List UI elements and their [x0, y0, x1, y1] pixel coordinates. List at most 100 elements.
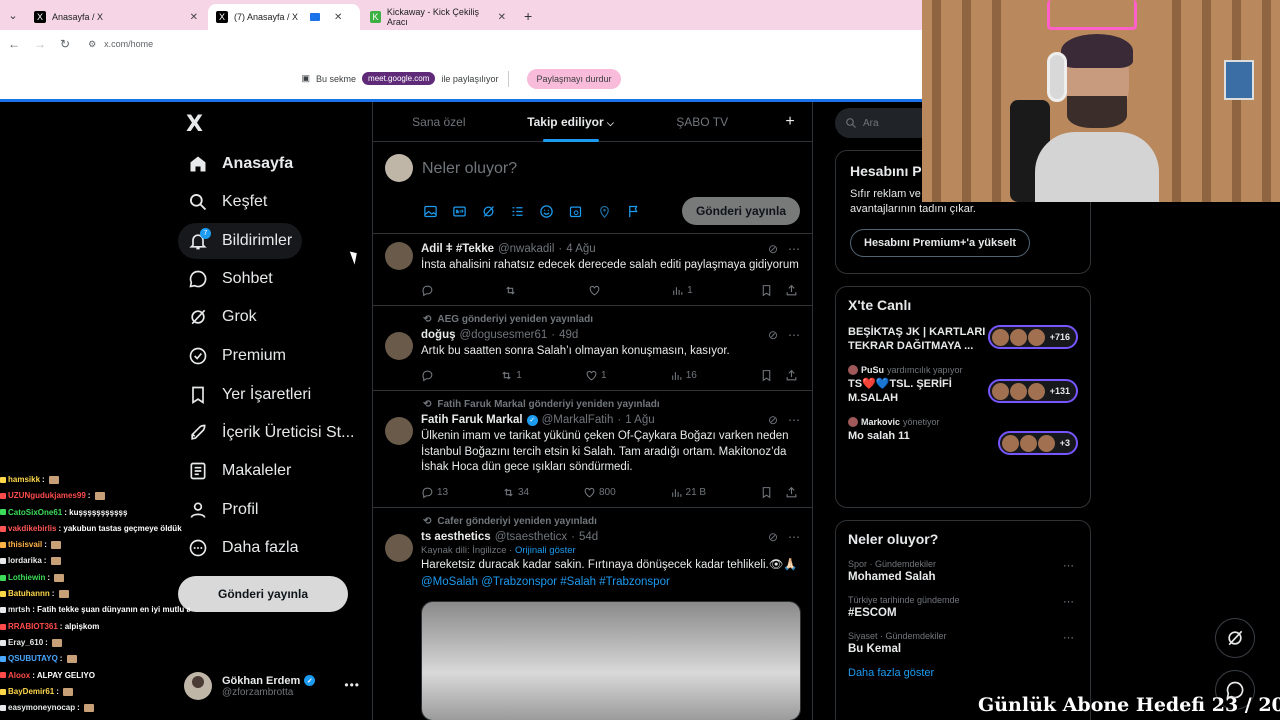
- url-field[interactable]: ⚙ x.com/home: [88, 39, 153, 50]
- repost-button[interactable]: [504, 284, 520, 297]
- tweet[interactable]: Adil ǂ #Tekke @nwakadil · 4 Ağu ⊘ ⋯ İnsta ahal…: [373, 234, 812, 306]
- tab-sabo-tv[interactable]: ŞABO TV: [636, 102, 768, 142]
- close-tab-icon[interactable]: ✕: [190, 12, 198, 23]
- avatar[interactable]: [385, 242, 413, 270]
- bookmark-button[interactable]: [760, 369, 773, 382]
- more-icon[interactable]: ⋯: [1063, 631, 1074, 644]
- like-button[interactable]: 1: [585, 369, 607, 382]
- flag-icon[interactable]: [624, 202, 642, 220]
- share-button[interactable]: [785, 369, 798, 382]
- author-name[interactable]: Fatih Faruk Markal: [421, 414, 523, 426]
- listeners-pill[interactable]: +131: [987, 379, 1078, 403]
- forward-icon[interactable]: →: [34, 37, 46, 51]
- browser-tab-2[interactable]: X (7) Anasayfa / X ✕: [208, 4, 360, 30]
- timestamp[interactable]: 4 Ağu: [566, 243, 595, 255]
- nav-articles[interactable]: Makaleler: [178, 453, 301, 489]
- author-name[interactable]: Adil ǂ #Tekke: [421, 243, 494, 255]
- grok-icon[interactable]: ⊘: [768, 242, 778, 256]
- grok-icon[interactable]: [479, 202, 497, 220]
- image-icon[interactable]: [421, 202, 439, 220]
- site-info-icon[interactable]: ⚙: [88, 39, 96, 50]
- account-switcher[interactable]: Gökhan Erdem ✓ @zforzambrotta •••: [184, 666, 364, 706]
- nav-explore[interactable]: Keşfet: [178, 184, 277, 220]
- avatar[interactable]: [385, 533, 413, 562]
- tweet[interactable]: ⟲ Cafer gönderiyi yeniden yayınladı ts aes…: [373, 508, 812, 720]
- listeners-pill[interactable]: +3: [997, 431, 1078, 455]
- nav-profile[interactable]: Profil: [178, 492, 268, 528]
- timestamp[interactable]: 54d: [579, 531, 598, 543]
- nav-more[interactable]: Daha fazla: [178, 530, 309, 566]
- listeners-pill[interactable]: +716: [987, 325, 1078, 349]
- like-button[interactable]: 800: [583, 486, 616, 499]
- poll-icon[interactable]: [508, 202, 526, 220]
- add-list-tab-button[interactable]: +: [768, 113, 812, 131]
- more-icon[interactable]: ⋯: [788, 413, 800, 427]
- grok-icon[interactable]: ⊘: [768, 530, 778, 544]
- avatar[interactable]: [385, 331, 413, 360]
- more-icon[interactable]: ⋯: [788, 328, 800, 342]
- nav-premium[interactable]: Premium: [178, 338, 296, 374]
- nav-chat[interactable]: Sohbet: [178, 261, 283, 297]
- live-space[interactable]: Markovic yönetiyor Mo salah 11 +3: [848, 417, 1078, 455]
- timestamp[interactable]: 1 Ağu: [625, 414, 654, 426]
- grok-fab-button[interactable]: [1215, 618, 1255, 658]
- reply-button[interactable]: 13: [421, 486, 448, 499]
- bookmark-button[interactable]: [760, 284, 773, 297]
- hashtag-links[interactable]: @MoSalah @Trabzonspor #Salah #Trabzonspo…: [421, 576, 670, 588]
- back-icon[interactable]: ←: [8, 37, 20, 51]
- views-button[interactable]: 16: [670, 369, 697, 382]
- composer-input[interactable]: Neler oluyor?: [422, 160, 517, 178]
- avatar[interactable]: [385, 417, 413, 445]
- composer-post-button[interactable]: Gönderi yayınla: [681, 197, 800, 225]
- share-button[interactable]: [785, 486, 798, 499]
- author-handle[interactable]: @nwakadil: [498, 243, 554, 255]
- tweet[interactable]: ⟲ AEG gönderiyi yeniden yayınladı doğuş @do…: [373, 306, 812, 391]
- browser-tab-3[interactable]: K Kickaway - Kick Çekiliş Aracı ✕: [362, 4, 514, 30]
- tab-for-you[interactable]: Sana özel: [373, 102, 505, 142]
- author-handle[interactable]: @MarkalFatih: [542, 414, 614, 426]
- more-icon[interactable]: ⋯: [788, 530, 800, 544]
- like-button[interactable]: [588, 284, 604, 297]
- new-tab-button[interactable]: +: [516, 8, 540, 30]
- post-button[interactable]: Gönderi yayınla: [178, 576, 348, 612]
- share-button[interactable]: [785, 284, 798, 297]
- more-icon[interactable]: •••: [344, 678, 360, 692]
- close-tab-icon[interactable]: ✕: [334, 12, 342, 23]
- location-icon[interactable]: [595, 202, 613, 220]
- nav-bookmarks[interactable]: Yer İşaretleri: [178, 377, 321, 413]
- live-space[interactable]: PuSu yardımcılık yapıyor TS❤️💙TSL. ŞERİFİ …: [848, 365, 1078, 405]
- author-handle[interactable]: @tsaestheticx: [495, 531, 567, 543]
- more-icon[interactable]: ⋯: [1063, 595, 1074, 608]
- reload-icon[interactable]: ↻: [60, 37, 70, 51]
- trend-item[interactable]: Spor · Gündemdekiler Mohamed Salah ⋯: [848, 559, 1078, 583]
- live-space[interactable]: BEŞİKTAŞ JK | KARTLARI TEKRAR DAĞITMAYA …: [848, 325, 1078, 353]
- browser-tab-1[interactable]: X Anasayfa / X ✕: [26, 4, 206, 30]
- nav-grok[interactable]: Grok: [178, 299, 267, 335]
- grok-icon[interactable]: ⊘: [768, 413, 778, 427]
- nav-notifications[interactable]: 7 Bildirimler: [178, 223, 303, 259]
- x-logo[interactable]: X: [186, 112, 203, 137]
- author-name[interactable]: doğuş: [421, 329, 456, 341]
- schedule-icon[interactable]: [566, 202, 584, 220]
- tweet[interactable]: ⟲ Fatih Faruk Markal gönderiyi yeniden ya…: [373, 391, 812, 508]
- trend-item[interactable]: Türkiye tarihinde gündemde #ESCOM ⋯: [848, 595, 1078, 619]
- bookmark-button[interactable]: [760, 486, 773, 499]
- views-button[interactable]: 1: [671, 284, 693, 297]
- trend-item[interactable]: Siyaset · Gündemdekiler Bu Kemal ⋯: [848, 631, 1078, 655]
- timestamp[interactable]: 49d: [559, 329, 578, 341]
- upgrade-premium-button[interactable]: Hesabını Premium+'a yükselt: [850, 229, 1031, 257]
- show-original-link[interactable]: Orijinali göster: [515, 545, 576, 556]
- nav-home[interactable]: Anasayfa: [178, 146, 303, 182]
- reply-button[interactable]: [421, 284, 437, 297]
- tweet-image[interactable]: [421, 600, 801, 720]
- reply-button[interactable]: [421, 369, 437, 382]
- tab-following[interactable]: Takip ediliyor ⌵: [505, 102, 637, 142]
- more-icon[interactable]: ⋯: [788, 242, 800, 256]
- author-handle[interactable]: @dogusesmer61: [460, 329, 548, 341]
- views-button[interactable]: 21 B: [670, 486, 706, 499]
- author-name[interactable]: ts aesthetics: [421, 531, 491, 543]
- show-more-link[interactable]: Daha fazla göster: [848, 667, 1078, 679]
- repost-button[interactable]: 1: [500, 369, 522, 382]
- more-icon[interactable]: ⋯: [1063, 559, 1074, 572]
- gif-icon[interactable]: [450, 202, 468, 220]
